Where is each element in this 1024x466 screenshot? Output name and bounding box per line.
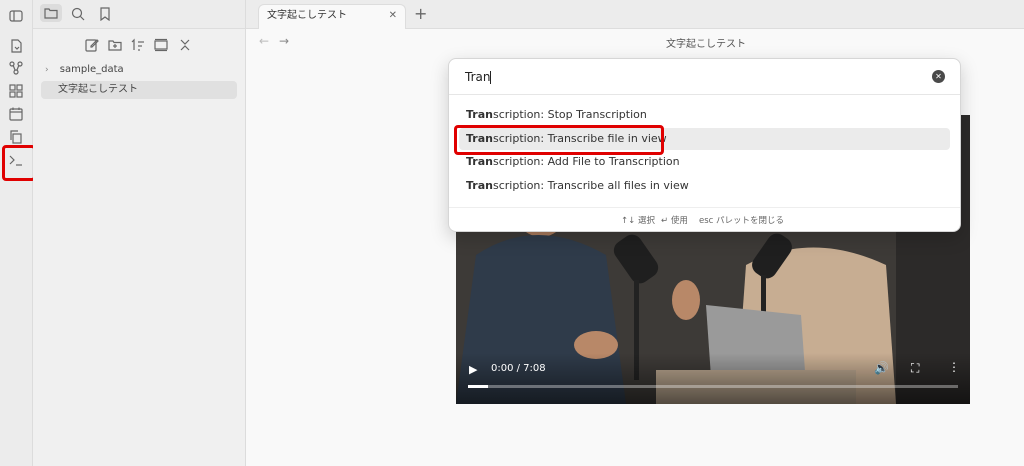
hint-close: esc パレットを閉じる xyxy=(699,216,785,226)
tab-title: 文字起こしテスト xyxy=(267,10,347,21)
highlight-box xyxy=(2,145,36,181)
bookmark-icon[interactable] xyxy=(98,6,112,22)
video-controls: ▶ 0:00 / 7:08 🔊 ⛶ ⋮ xyxy=(456,353,970,404)
auto-reveal-icon[interactable] xyxy=(154,37,168,52)
command-rest: scription: Add File to Transcription xyxy=(492,155,680,168)
tab-bar: 文字起こしテスト ✕ + xyxy=(246,0,1024,29)
highlight-box xyxy=(454,125,664,155)
match-prefix: Tran xyxy=(466,155,493,168)
new-folder-icon[interactable] xyxy=(108,37,122,51)
fullscreen-icon[interactable]: ⛶ xyxy=(911,361,919,376)
sort-icon[interactable] xyxy=(131,37,145,51)
command-palette: Tran ✕ Transcription: Stop Transcription… xyxy=(448,58,961,232)
video-progress-track[interactable] xyxy=(468,385,958,388)
file-explorer-sidebar: › sample_data 文字起こしテスト xyxy=(33,0,246,466)
collapse-all-icon[interactable] xyxy=(178,37,192,51)
more-options-icon[interactable]: ⋮ xyxy=(948,360,960,374)
folder-label: sample_data xyxy=(59,64,124,75)
hint-use: ↵ 使用 xyxy=(661,216,688,226)
hint-navigate: ↑↓ 選択 xyxy=(621,216,655,226)
tree-folder-sample-data[interactable]: › sample_data xyxy=(45,61,235,79)
divider xyxy=(449,207,960,208)
file-open-icon[interactable] xyxy=(9,38,23,53)
view-header-title: 文字起こしテスト xyxy=(666,39,746,50)
play-icon[interactable]: ▶ xyxy=(469,363,477,376)
tab-close-icon[interactable]: ✕ xyxy=(389,5,397,27)
volume-icon[interactable]: 🔊 xyxy=(874,361,889,375)
suggestion-item[interactable]: Transcription: Transcribe all files in v… xyxy=(459,175,950,197)
nav-forward-icon[interactable]: → xyxy=(279,34,289,48)
search-icon[interactable] xyxy=(71,6,85,21)
video-time: 0:00 / 7:08 xyxy=(491,363,546,374)
clear-search-icon[interactable]: ✕ xyxy=(932,70,945,83)
video-progress-fill xyxy=(468,385,488,388)
sidebar-toggle-icon[interactable] xyxy=(9,8,23,22)
match-prefix: Tran xyxy=(466,179,493,192)
match-prefix: Tran xyxy=(466,108,493,121)
suggestion-item[interactable]: Transcription: Stop Transcription xyxy=(459,104,950,126)
palette-query-text: Tran xyxy=(465,70,491,84)
divider xyxy=(449,94,960,95)
files-tab[interactable] xyxy=(40,4,62,22)
new-note-icon[interactable] xyxy=(85,37,99,52)
calendar-icon[interactable] xyxy=(9,106,23,121)
graph-icon[interactable] xyxy=(9,60,23,75)
tab-active[interactable]: 文字起こしテスト ✕ xyxy=(258,4,406,29)
text-caret xyxy=(490,71,492,84)
chevron-right-icon: › xyxy=(45,65,49,75)
command-rest: scription: Stop Transcription xyxy=(492,108,647,121)
sidebar-tab-header xyxy=(33,0,245,29)
nav-back-icon[interactable]: ← xyxy=(259,34,269,48)
copy-icon[interactable] xyxy=(9,129,23,144)
palette-search-input[interactable]: Tran xyxy=(465,67,925,87)
canvas-icon[interactable] xyxy=(9,83,23,98)
tree-file-active[interactable]: 文字起こしテスト xyxy=(41,81,237,99)
command-rest: scription: Transcribe all files in view xyxy=(492,179,689,192)
folder-icon xyxy=(44,8,58,19)
file-label: 文字起こしテスト xyxy=(58,84,138,95)
new-tab-icon[interactable]: + xyxy=(414,4,427,23)
ribbon xyxy=(0,0,36,466)
